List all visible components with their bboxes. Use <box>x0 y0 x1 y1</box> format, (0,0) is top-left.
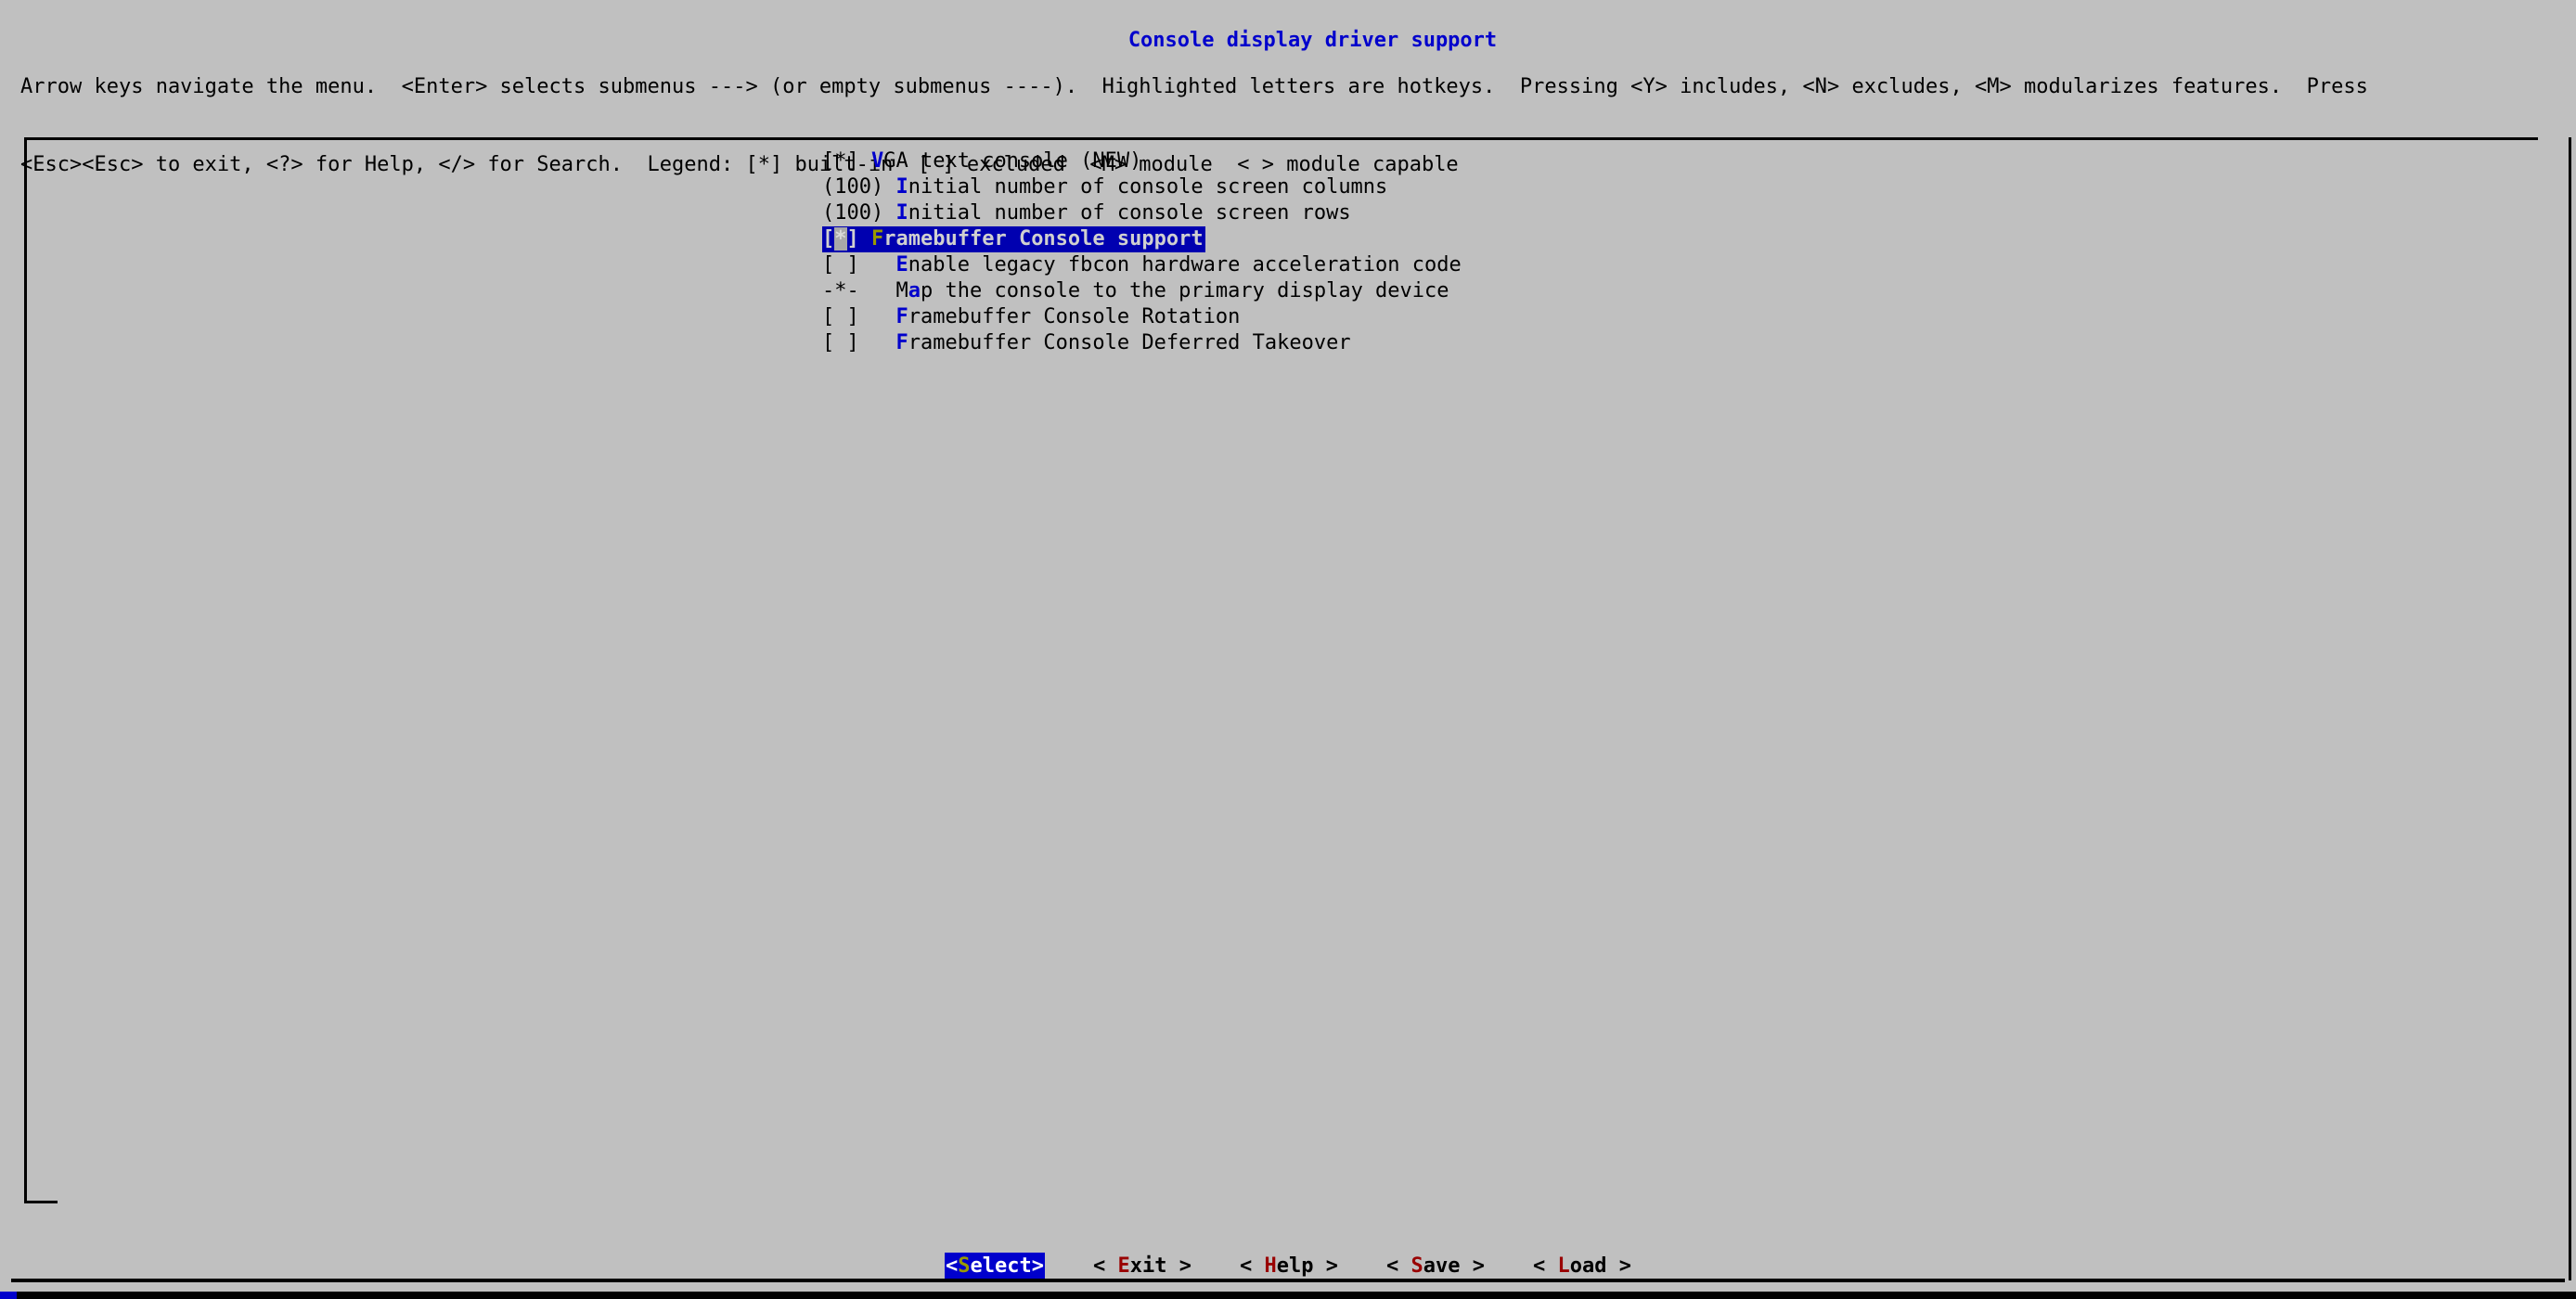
button-label: oad <box>1569 1254 1607 1278</box>
button-hotkey: S <box>958 1254 971 1278</box>
menu-item-label-prefix: M <box>895 279 908 302</box>
button-oad[interactable]: < Load > <box>1533 1253 1631 1280</box>
menu-item-row[interactable]: [ ] Framebuffer Console Deferred Takeove… <box>822 330 1351 356</box>
menu-item-hotkey: F <box>871 227 884 251</box>
button-bar: <Select> < Exit > < Help > < Save > < Load > <box>0 1253 2576 1280</box>
flag-bracket-close: ] <box>846 227 871 251</box>
button-label: elect <box>970 1254 1032 1278</box>
menu-item-state-flag: (100) <box>822 201 896 225</box>
button-hotkey: L <box>1557 1254 1570 1278</box>
menu-item-state-flag: [ ] <box>822 253 871 277</box>
menu-item-state-flag: [ ] <box>822 331 871 354</box>
menu-item-label: ramebuffer Console Deferred Takeover <box>908 331 1351 354</box>
menu-item-state-flag: -*- <box>822 279 871 302</box>
menu-item-indent <box>871 253 896 277</box>
menu-item-label: ramebuffer Console support <box>883 227 1204 251</box>
terminal-cursor <box>0 1292 17 1299</box>
menu-item-hotkey: E <box>895 253 908 277</box>
button-bracket-open: < <box>1092 1254 1118 1278</box>
menu-item-row[interactable]: -*- Map the console to the primary displ… <box>822 278 1449 304</box>
button-bracket-close: > <box>1166 1254 1191 1278</box>
menu-item-state-flag: (100) <box>822 175 896 199</box>
button-bracket-close: > <box>1031 1254 1044 1278</box>
button-elect[interactable]: <Select> <box>945 1253 1045 1280</box>
menu-item-hotkey: F <box>895 305 908 328</box>
menu-item-hotkey: a <box>908 279 921 302</box>
menu-item-label: nitial number of console screen rows <box>908 201 1351 225</box>
button-label: xit <box>1129 1254 1167 1278</box>
menu-item-indent <box>871 279 896 302</box>
button-hotkey: H <box>1264 1254 1277 1278</box>
button-label: elp <box>1276 1254 1314 1278</box>
button-bracket-open: < <box>1532 1254 1558 1278</box>
screen-right-edge <box>2569 137 2571 1280</box>
menu-item-hotkey: F <box>895 331 908 354</box>
menu-item-label: p the console to the primary display dev… <box>920 279 1449 302</box>
menu-item-state-flag: [*] <box>822 227 871 251</box>
menuconfig-screen: Console display driver support Arrow key… <box>0 0 2576 1299</box>
menu-item-label: GA text console (NEW) <box>883 149 1142 173</box>
help-line-1: Arrow keys navigate the menu. <Enter> se… <box>20 75 2368 98</box>
menu-item-row[interactable]: (100) Initial number of console screen c… <box>822 174 1387 200</box>
button-bracket-open: < <box>946 1254 959 1278</box>
menu-item-hotkey: V <box>870 149 884 173</box>
bottom-divider <box>11 1279 2565 1282</box>
menu-item-row[interactable]: [*] Framebuffer Console support <box>822 226 1205 252</box>
menu-item-row[interactable]: [ ] Framebuffer Console Rotation <box>822 304 1240 330</box>
button-elp[interactable]: < Help > <box>1240 1253 1338 1280</box>
menu-frame-bottom-stub <box>24 1201 58 1203</box>
menu-item-state-flag: [ ] <box>822 305 871 328</box>
menu-item-hotkey: I <box>895 201 908 225</box>
row-cursor-cell: * <box>834 227 847 251</box>
menu-item-list: [*] VGA text console (NEW) (100) Initial … <box>822 148 1462 356</box>
menu-item-hotkey: I <box>895 175 908 199</box>
button-bracket-open: < <box>1385 1254 1411 1278</box>
button-hotkey: E <box>1117 1254 1130 1278</box>
menu-item-row[interactable]: [ ] Enable legacy fbcon hardware acceler… <box>822 252 1462 278</box>
menu-item-indent <box>871 331 896 354</box>
menu-item-indent <box>871 305 896 328</box>
button-hotkey: S <box>1410 1254 1423 1278</box>
button-xit[interactable]: < Exit > <box>1093 1253 1191 1280</box>
menu-item-row[interactable]: (100) Initial number of console screen r… <box>822 200 1351 226</box>
menu-item-row[interactable]: [*] VGA text console (NEW) <box>822 148 1141 174</box>
menu-item-label: ramebuffer Console Rotation <box>908 305 1241 328</box>
menu-item-label: nitial number of console screen columns <box>908 175 1388 199</box>
button-bracket-close: > <box>1460 1254 1485 1278</box>
flag-bracket-open: [ <box>822 227 835 251</box>
menu-item-label: nable legacy fbcon hardware acceleration… <box>908 253 1462 277</box>
button-bracket-open: < <box>1239 1254 1265 1278</box>
button-bracket-close: > <box>1313 1254 1338 1278</box>
button-ave[interactable]: < Save > <box>1386 1253 1485 1280</box>
menu-item-state-flag: [*] <box>822 149 871 173</box>
button-label: ave <box>1423 1254 1461 1278</box>
terminal-status-bar <box>0 1292 2576 1299</box>
button-bracket-close: > <box>1606 1254 1631 1278</box>
